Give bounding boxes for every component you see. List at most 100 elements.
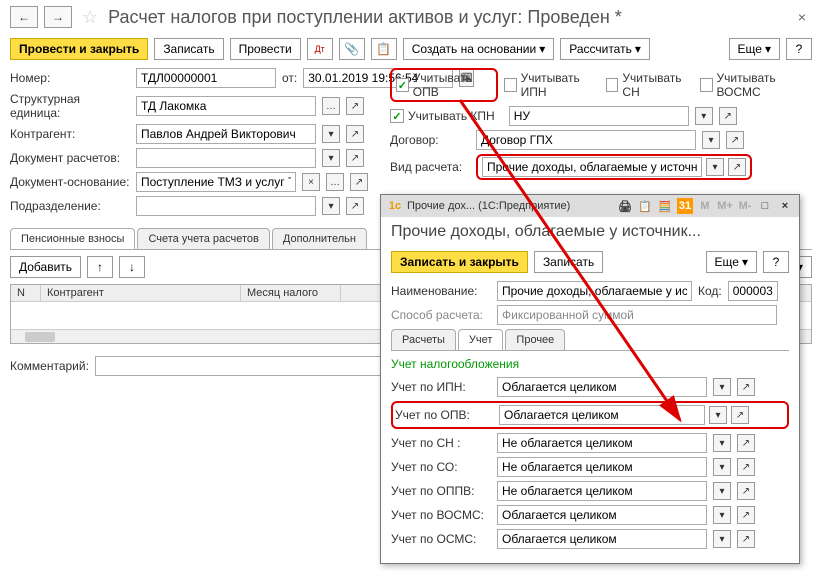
oppv-open-icon[interactable]: ↗ [737, 482, 755, 500]
ipn-dd-icon[interactable]: ▾ [713, 378, 731, 396]
pod-open-icon[interactable]: ↗ [346, 197, 364, 215]
oppv-dd-icon[interactable]: ▾ [713, 482, 731, 500]
move-down-icon[interactable]: ↓ [119, 256, 145, 278]
osms-open-icon[interactable]: ↗ [737, 530, 755, 548]
main-toolbar: Провести и закрыть Записать Провести Дт … [0, 34, 822, 64]
so-dd-icon[interactable]: ▾ [713, 458, 731, 476]
bosms-checkbox[interactable] [700, 78, 713, 92]
su-label: Структурная единица: [10, 92, 130, 120]
modal-copy-icon[interactable]: 📋 [637, 198, 653, 214]
vid-open-icon[interactable]: ↗ [728, 158, 746, 176]
bosms-open-icon[interactable]: ↗ [737, 506, 755, 524]
structural-unit-field[interactable] [136, 96, 316, 116]
do-picker-icon[interactable]: … [326, 173, 344, 191]
opv-checkbox[interactable] [396, 78, 409, 92]
opv-row-field[interactable] [499, 405, 705, 425]
calc-type-field[interactable] [482, 157, 702, 177]
print-icon[interactable]: 📋 [371, 38, 397, 60]
su-open-icon[interactable]: ↗ [346, 97, 364, 115]
bosms-row-field[interactable] [497, 505, 707, 525]
dog-open-icon[interactable]: ↗ [726, 131, 744, 149]
method-label: Способ расчета: [391, 308, 491, 322]
do-open-icon[interactable]: ↗ [350, 173, 368, 191]
contractor-field[interactable] [136, 124, 316, 144]
move-up-icon[interactable]: ↑ [87, 256, 113, 278]
dtkr-icon[interactable]: Дт [307, 38, 333, 60]
do-clear-icon[interactable]: × [302, 173, 320, 191]
ka-dropdown-icon[interactable]: ▾ [322, 125, 340, 143]
osms-row-field[interactable] [497, 529, 707, 549]
modal-calc-icon[interactable]: 🧮 [657, 198, 673, 214]
favorite-icon[interactable]: ☆ [82, 7, 98, 28]
so-row-field[interactable] [497, 457, 707, 477]
modal-close-icon[interactable]: × [777, 198, 793, 214]
create-based-button[interactable]: Создать на основании ▾ [403, 38, 555, 60]
modal-mplus-icon[interactable]: M+ [717, 198, 733, 214]
doc-base-field[interactable] [136, 172, 296, 192]
sn-checkbox[interactable] [606, 78, 619, 92]
sn-dd-icon[interactable]: ▾ [713, 434, 731, 452]
so-open-icon[interactable]: ↗ [737, 458, 755, 476]
number-field[interactable] [136, 68, 276, 88]
help-button[interactable]: ? [786, 38, 812, 60]
modal-save-close-button[interactable]: Записать и закрыть [391, 251, 528, 273]
opv-check-highlight: Учитывать ОПВ [390, 68, 498, 102]
modal-cal-icon[interactable]: 31 [677, 198, 693, 214]
modal-save-button[interactable]: Записать [534, 251, 603, 273]
modal-tab-calc[interactable]: Расчеты [391, 329, 456, 350]
kpn-checkbox[interactable] [390, 109, 404, 123]
col-contractor: Контрагент [41, 285, 241, 301]
execute-button[interactable]: Провести [230, 38, 301, 60]
close-icon[interactable]: × [792, 7, 812, 27]
app-icon: 1c [387, 198, 403, 214]
add-button[interactable]: Добавить [10, 256, 81, 278]
ipn-open-icon[interactable]: ↗ [737, 378, 755, 396]
bosms-dd-icon[interactable]: ▾ [713, 506, 731, 524]
oppv-row-field[interactable] [497, 481, 707, 501]
modal-mminus-icon[interactable]: M- [737, 198, 753, 214]
sn-open-icon[interactable]: ↗ [737, 434, 755, 452]
osms-dd-icon[interactable]: ▾ [713, 530, 731, 548]
col-month: Месяц налого [241, 285, 341, 301]
save-button[interactable]: Записать [154, 38, 223, 60]
modal-tab-accounting[interactable]: Учет [458, 329, 504, 350]
attach-icon[interactable]: 📎 [339, 38, 365, 60]
su-picker-icon[interactable]: … [322, 97, 340, 115]
dog-dropdown-icon[interactable]: ▾ [702, 131, 720, 149]
nav-back-button[interactable]: ← [10, 6, 38, 28]
modal-maximize-icon[interactable]: □ [757, 198, 773, 214]
modal-code-label: Код: [698, 284, 722, 298]
pod-dropdown-icon[interactable]: ▾ [322, 197, 340, 215]
modal-name-field[interactable] [497, 281, 692, 301]
ka-open-icon[interactable]: ↗ [346, 125, 364, 143]
contract-field[interactable] [476, 130, 696, 150]
sn-row-field[interactable] [497, 433, 707, 453]
department-field[interactable] [136, 196, 316, 216]
tax-section-heading: Учет налогообложения [391, 357, 789, 371]
execute-close-button[interactable]: Провести и закрыть [10, 38, 148, 60]
tab-additional[interactable]: Дополнительн [272, 228, 367, 249]
modal-tab-other[interactable]: Прочее [505, 329, 565, 350]
more-button[interactable]: Еще ▾ [729, 38, 780, 60]
opv-open-icon[interactable]: ↗ [731, 406, 749, 424]
ipn-checkbox[interactable] [504, 78, 517, 92]
nav-forward-button[interactable]: → [44, 6, 72, 28]
calculate-button[interactable]: Рассчитать ▾ [560, 38, 650, 60]
vid-dropdown-icon[interactable]: ▾ [706, 158, 724, 176]
nu-open-icon[interactable]: ↗ [719, 107, 737, 125]
ipn-row-field[interactable] [497, 377, 707, 397]
modal-more-button[interactable]: Еще ▾ [706, 251, 757, 273]
dr-dropdown-icon[interactable]: ▾ [322, 149, 340, 167]
doc-calc-field[interactable] [136, 148, 316, 168]
tab-pension[interactable]: Пенсионные взносы [10, 228, 135, 249]
opv-dd-icon[interactable]: ▾ [709, 406, 727, 424]
nu-field[interactable] [509, 106, 689, 126]
opv-row-label: Учет по ОПВ: [395, 408, 495, 422]
modal-help-button[interactable]: ? [763, 251, 789, 273]
modal-print-icon[interactable]: 🖨 [617, 198, 633, 214]
tab-accounts[interactable]: Счета учета расчетов [137, 228, 269, 249]
modal-m-icon[interactable]: M [697, 198, 713, 214]
dr-open-icon[interactable]: ↗ [346, 149, 364, 167]
nu-dropdown-icon[interactable]: ▾ [695, 107, 713, 125]
modal-code-field[interactable] [728, 281, 778, 301]
